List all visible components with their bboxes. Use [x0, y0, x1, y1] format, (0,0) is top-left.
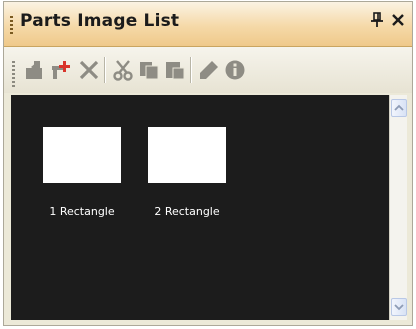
- chevron-up-icon: [394, 104, 404, 111]
- parts-image-list-panel: Parts Image List 1 Rectangle 2 Rectangle: [3, 1, 413, 326]
- part-item[interactable]: 1 Rectangle: [37, 127, 127, 218]
- toolbar-separator: [190, 57, 192, 83]
- delete-icon: [79, 60, 99, 80]
- part-label: 2 Rectangle: [154, 205, 220, 218]
- delete-button[interactable]: [76, 57, 102, 83]
- scroll-down-button[interactable]: [391, 298, 407, 316]
- copy-button[interactable]: [136, 57, 162, 83]
- import-icon: [26, 61, 42, 79]
- part-label: 1 Rectangle: [49, 205, 115, 218]
- properties-button[interactable]: [222, 57, 248, 83]
- copy-icon: [140, 62, 159, 80]
- toolbar-grip[interactable]: [12, 61, 15, 87]
- paste-icon: [166, 62, 185, 80]
- chevron-down-icon: [394, 304, 404, 311]
- parts-image-area[interactable]: 1 Rectangle 2 Rectangle: [11, 95, 389, 320]
- pin-icon: [371, 12, 383, 27]
- panel-title: Parts Image List: [20, 11, 180, 31]
- close-icon: [392, 14, 404, 26]
- title-bar[interactable]: Parts Image List: [4, 2, 412, 47]
- part-thumbnail[interactable]: [148, 127, 226, 183]
- cut-icon: [113, 60, 133, 81]
- paste-button[interactable]: [162, 57, 188, 83]
- toolbar: [4, 47, 412, 93]
- part-item[interactable]: 2 Rectangle: [142, 127, 232, 218]
- pin-button[interactable]: [368, 12, 386, 32]
- properties-icon: [225, 60, 245, 80]
- edit-icon: [200, 61, 218, 79]
- part-thumbnail[interactable]: [43, 127, 121, 183]
- cut-button[interactable]: [110, 57, 136, 83]
- close-button[interactable]: [389, 12, 407, 32]
- scroll-up-button[interactable]: [391, 99, 407, 117]
- edit-button[interactable]: [196, 57, 222, 83]
- title-grip[interactable]: [10, 16, 13, 34]
- toolbar-separator: [104, 57, 106, 83]
- vertical-scrollbar[interactable]: [389, 95, 407, 320]
- import-button[interactable]: [22, 57, 48, 83]
- add-parts-button[interactable]: [48, 57, 74, 83]
- add-parts-icon: [52, 61, 70, 79]
